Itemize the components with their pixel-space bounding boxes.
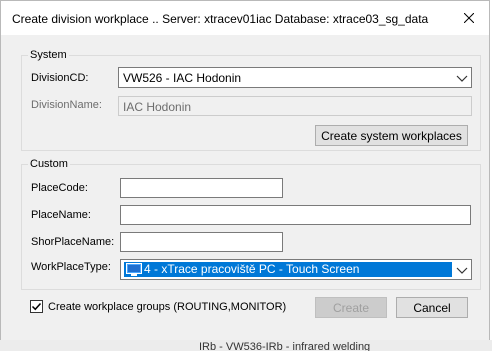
place-code-label: PlaceCode: — [31, 182, 88, 194]
background-window-strip: IRb - VW536-IRb - infrared welding — [0, 340, 492, 351]
workplace-type-value: 4 - xTrace pracoviště PC - Touch Screen — [144, 262, 360, 276]
create-button[interactable]: Create — [315, 297, 387, 318]
workplace-type-dropdown[interactable]: 4 - xTrace pracoviště PC - Touch Screen — [120, 259, 472, 280]
cancel-button[interactable]: Cancel — [396, 297, 468, 318]
division-name-label: DivisionName: — [31, 99, 102, 111]
close-icon — [464, 13, 474, 23]
short-place-name-input[interactable] — [120, 232, 283, 252]
create-groups-checkbox[interactable] — [30, 300, 43, 313]
division-name-field: IAC Hodonin — [118, 96, 472, 116]
division-cd-label: DivisionCD: — [31, 72, 89, 84]
chevron-down-icon — [456, 267, 468, 274]
create-system-workplaces-button[interactable]: Create system workplaces — [315, 125, 468, 146]
create-workplace-dialog: Create division workplace .. Server: xtr… — [0, 0, 490, 340]
short-place-name-label: ShorPlaceName: — [31, 236, 115, 248]
place-code-input[interactable] — [120, 178, 283, 198]
checkmark-icon — [31, 302, 42, 311]
chevron-down-icon — [456, 75, 468, 82]
place-name-label: PlaceName: — [31, 209, 91, 221]
close-button[interactable] — [449, 1, 489, 35]
system-group-legend: System — [28, 48, 69, 62]
create-groups-label[interactable]: Create workplace groups (ROUTING,MONITOR… — [48, 300, 286, 314]
division-cd-value: VW526 - IAC Hodonin — [123, 71, 242, 85]
workplace-type-selection: 4 - xTrace pracoviště PC - Touch Screen — [124, 262, 452, 277]
division-cd-dropdown[interactable]: VW526 - IAC Hodonin — [118, 67, 472, 88]
custom-group-legend: Custom — [28, 157, 70, 171]
place-name-input[interactable] — [120, 205, 471, 225]
workplace-type-label: WorkPlaceType: — [31, 261, 111, 273]
window-title: Create division workplace .. Server: xtr… — [12, 12, 429, 26]
monitor-icon — [126, 263, 142, 276]
title-bar[interactable]: Create division workplace .. Server: xtr… — [1, 1, 489, 35]
background-row-text: IRb - VW536-IRb - infrared welding — [199, 341, 371, 351]
